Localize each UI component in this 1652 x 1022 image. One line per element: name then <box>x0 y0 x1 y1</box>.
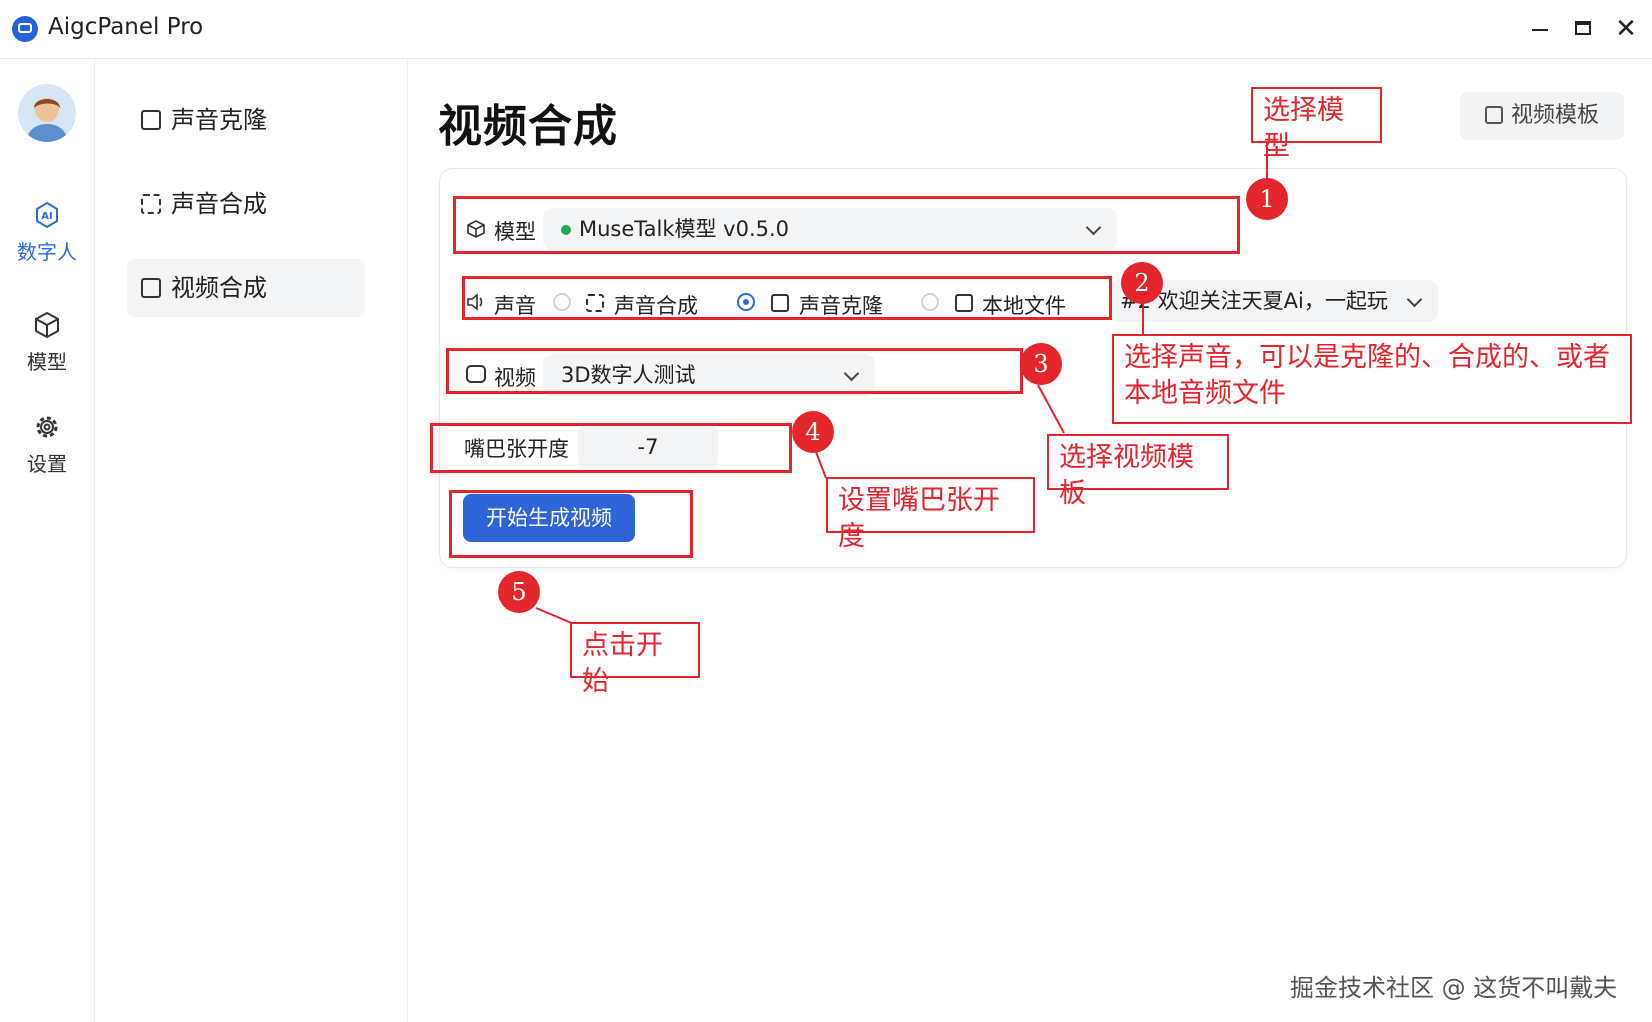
close-button[interactable]: ✕ <box>1606 12 1646 46</box>
voice-synthesis-icon <box>141 194 161 214</box>
annotation-badge-4: 4 <box>792 411 834 453</box>
annotation-note-1: 选择模型 <box>1251 87 1382 162</box>
subnav-voice-clone-label: 声音克隆 <box>171 106 267 134</box>
annotation-note-5: 点击开始 <box>570 622 700 697</box>
nav-digital-human[interactable]: AI 数字人 <box>0 200 94 265</box>
voice-clone-icon <box>141 110 161 130</box>
annotation-box-video <box>446 348 1023 394</box>
nav-model-label: 模型 <box>27 350 67 374</box>
annotation-box-mouth <box>430 423 792 473</box>
nav-model[interactable]: 模型 <box>0 310 94 375</box>
nav-settings[interactable]: 设置 <box>0 412 94 477</box>
subnav-video-synthesis[interactable]: 视频合成 <box>127 259 365 317</box>
watermark-text: 掘金技术社区 @ 这货不叫戴夫 <box>1290 974 1618 1002</box>
page-title: 视频合成 <box>438 101 618 152</box>
annotation-note-4: 设置嘴巴张开度 <box>826 477 1035 552</box>
annotation-box-model <box>453 196 1240 254</box>
subnav-video-synthesis-label: 视频合成 <box>171 274 267 302</box>
annotation-note-2: 选择声音，可以是克隆的、合成的、或者本地音频文件 <box>1112 334 1632 424</box>
connector-2 <box>1142 303 1144 335</box>
video-template-button[interactable]: 视频模板 <box>1460 92 1624 140</box>
gear-icon <box>36 416 58 438</box>
connector-4 <box>815 451 827 479</box>
annotation-note-3: 选择视频模板 <box>1047 434 1229 509</box>
annotation-badge-1: 1 <box>1246 178 1288 220</box>
annotation-badge-3: 3 <box>1020 343 1062 385</box>
ai-icon: AI <box>36 201 58 229</box>
window-title: AigcPanel Pro <box>48 14 204 40</box>
video-template-label: 视频模板 <box>1510 103 1599 128</box>
subnav-voice-synthesis[interactable]: 声音合成 <box>127 175 365 233</box>
connector-3 <box>1037 384 1065 434</box>
subnav-voice-clone[interactable]: 声音克隆 <box>127 91 365 149</box>
nav-settings-label: 设置 <box>27 452 67 476</box>
annotation-badge-2: 2 <box>1121 262 1163 304</box>
subnav-voice-synthesis-label: 声音合成 <box>171 190 267 218</box>
avatar[interactable] <box>18 84 76 142</box>
minimize-button[interactable] <box>1520 12 1560 46</box>
app-logo-icon <box>12 16 38 42</box>
annotation-box-start <box>449 490 693 558</box>
video-synthesis-icon <box>141 278 161 298</box>
maximize-button[interactable] <box>1563 12 1603 46</box>
svg-text:AI: AI <box>41 211 52 222</box>
cube-icon <box>35 311 59 339</box>
chevron-down-icon <box>1406 291 1423 308</box>
video-template-icon <box>1484 106 1503 124</box>
title-bar <box>0 0 1652 59</box>
annotation-box-sound <box>462 276 1112 320</box>
annotation-badge-5: 5 <box>498 571 540 613</box>
nav-digital-human-label: 数字人 <box>17 240 77 264</box>
